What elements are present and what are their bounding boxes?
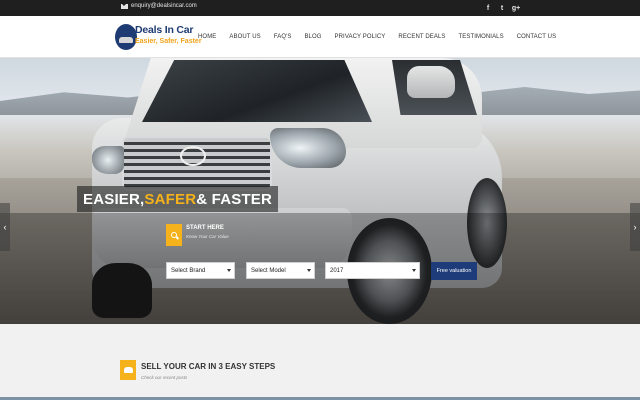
chevron-down-icon: [412, 269, 416, 272]
nav-contact-us[interactable]: CONTACT US: [517, 34, 556, 40]
brand-select[interactable]: Select Brand: [166, 262, 235, 279]
nav-privacy-policy[interactable]: PRIVACY POLICY: [335, 34, 386, 40]
nav-faqs[interactable]: FAQ'S: [274, 34, 292, 40]
google-plus-icon[interactable]: g+: [511, 5, 521, 12]
facebook-icon[interactable]: f: [483, 5, 493, 12]
logo-tagline: Easier, Safer, Faster: [135, 38, 202, 45]
email-text[interactable]: enquiry@dealsincar.com: [131, 3, 197, 9]
nav-testimonials[interactable]: TESTIMONIALS: [459, 34, 504, 40]
nav-about-us[interactable]: ABOUT US: [229, 34, 260, 40]
twitter-icon[interactable]: t: [497, 5, 507, 12]
hero-headline: EASIER, SAFER & FASTER: [77, 186, 279, 212]
start-subtitle: Know Your Car Value: [186, 234, 229, 239]
nav-blog[interactable]: BLOG: [304, 34, 321, 40]
headline-accent: SAFER: [144, 190, 197, 208]
headline-part-1: EASIER,: [83, 190, 145, 208]
search-icon: [166, 224, 182, 246]
chevron-down-icon: [307, 269, 311, 272]
nav-recent-deals[interactable]: RECENT DEALS: [398, 34, 445, 40]
chevron-down-icon: [227, 269, 231, 272]
model-select-value: Select Model: [251, 267, 286, 274]
logo-name: Deals In Car: [135, 24, 194, 36]
slider-next-button[interactable]: ›: [630, 203, 640, 251]
hero-overlay: [0, 213, 640, 324]
start-here-block: START HERE Know Your Car Value: [166, 224, 229, 246]
sell-steps-section: SELL YOUR CAR IN 3 EASY STEPS Check our …: [0, 324, 640, 400]
site-logo[interactable]: Deals In Car Easier, Safer, Faster: [115, 22, 202, 52]
slider-prev-button[interactable]: ‹: [0, 203, 10, 251]
free-valuation-button[interactable]: Free valuation: [431, 262, 477, 280]
year-select[interactable]: 2017: [325, 262, 420, 279]
envelope-icon: [121, 3, 128, 9]
car-logo-icon: [115, 24, 137, 50]
top-bar: enquiry@dealsincar.com f t g+: [0, 0, 640, 16]
model-select[interactable]: Select Model: [246, 262, 315, 279]
section-title: SELL YOUR CAR IN 3 EASY STEPS: [141, 362, 276, 371]
contact-email[interactable]: enquiry@dealsincar.com: [121, 3, 197, 9]
year-select-value: 2017: [330, 267, 344, 274]
headline-part-3: & FASTER: [196, 190, 273, 208]
main-menu: HOME ABOUT US FAQ'S BLOG PRIVACY POLICY …: [198, 16, 569, 58]
chevron-right-icon: ›: [633, 222, 637, 232]
section-subtitle: Check our recent posts: [141, 375, 188, 380]
chevron-left-icon: ‹: [3, 222, 7, 232]
nav-home[interactable]: HOME: [198, 34, 216, 40]
car-icon: [120, 360, 136, 380]
social-links: f t g+: [483, 0, 521, 16]
hero-slider: ‹ › EASIER, SAFER & FASTER START HERE Kn…: [0, 58, 640, 324]
start-title: START HERE: [186, 225, 224, 231]
main-navbar: Deals In Car Easier, Safer, Faster HOME …: [0, 16, 640, 58]
brand-select-value: Select Brand: [171, 267, 206, 274]
